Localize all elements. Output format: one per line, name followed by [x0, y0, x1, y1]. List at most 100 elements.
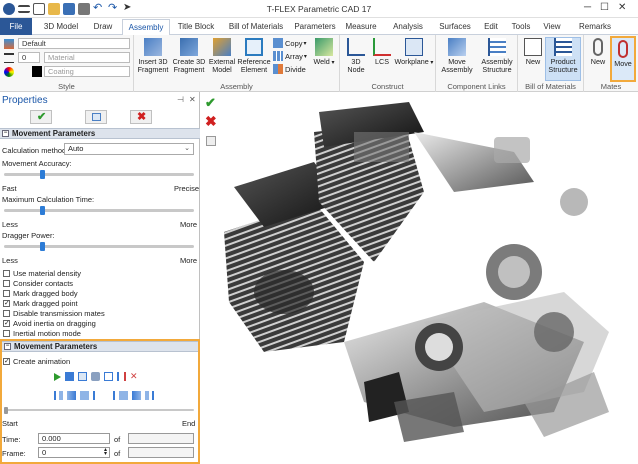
confirm-check-icon[interactable]: ✔ — [205, 95, 216, 111]
tab-file[interactable]: File — [0, 18, 32, 35]
first-frame-icon[interactable] — [54, 391, 63, 400]
tab-draw[interactable]: Draw — [88, 19, 118, 35]
3d-viewport[interactable] — [224, 92, 638, 464]
mates-new-button[interactable]: New — [587, 38, 609, 66]
options-icon[interactable] — [206, 136, 216, 146]
tab-tools[interactable]: Tools — [507, 19, 535, 35]
max-time-slider[interactable] — [4, 206, 194, 215]
divide-button[interactable]: Divide — [273, 64, 306, 74]
3d-node-button[interactable]: 3D Node — [342, 38, 370, 74]
cancel-cross-icon[interactable]: ✖ — [205, 113, 217, 130]
fast-forward-icon[interactable] — [132, 391, 141, 400]
option-checkbox[interactable]: Mark dragged body — [3, 289, 78, 298]
checkbox-box[interactable] — [3, 310, 10, 317]
workplane-button[interactable]: Workplane ▾ — [394, 38, 434, 67]
cancel-button[interactable]: ✖ — [130, 110, 152, 124]
color-swatch[interactable] — [32, 66, 42, 77]
tab-3d-model[interactable]: 3D Model — [38, 19, 84, 35]
rewind-icon[interactable] — [67, 391, 76, 400]
delete-frame-icon[interactable]: ✕ — [130, 372, 139, 381]
option-checkbox[interactable]: ✓ Mark dragged point — [3, 299, 78, 308]
insert-3d-fragment-button[interactable]: Insert 3D Fragment — [136, 38, 170, 74]
frame-settings-icon[interactable] — [104, 372, 113, 381]
step-back-icon[interactable] — [80, 391, 89, 400]
weld-button[interactable]: Weld ▾ — [310, 38, 338, 67]
maximize-icon[interactable]: ☐ — [600, 2, 609, 13]
tab-bill-of-materials[interactable]: Bill of Materials — [223, 19, 289, 35]
apply-button[interactable] — [85, 110, 107, 124]
dragger-slider[interactable] — [4, 242, 194, 251]
play-icon[interactable] — [54, 372, 61, 381]
assembly-structure-button[interactable]: Assembly Structure — [478, 38, 516, 74]
next-icon[interactable] — [106, 391, 115, 400]
copy-button[interactable]: Copy ▾ — [273, 38, 307, 48]
external-model-button[interactable]: External Model — [207, 38, 237, 74]
tab-assembly[interactable]: Assembly — [122, 19, 170, 36]
time-input[interactable]: 0.000 — [38, 433, 110, 444]
movement-parameters-header[interactable]: − Movement Parameters — [0, 128, 200, 139]
mates-move-button[interactable]: Move — [610, 36, 636, 82]
bom-new-button[interactable]: New — [522, 38, 544, 66]
tab-surfaces[interactable]: Surfaces — [435, 19, 475, 35]
calc-method-select[interactable]: Auto ⌄ — [64, 143, 194, 155]
accuracy-thumb[interactable] — [40, 170, 45, 179]
width-combo[interactable]: 0 — [18, 52, 40, 63]
previous-icon[interactable] — [93, 391, 102, 400]
assembly-structure-icon — [488, 38, 506, 56]
panel-close-icon[interactable]: ✕ — [189, 95, 196, 104]
dragger-thumb[interactable] — [40, 242, 45, 251]
spinner-icon[interactable]: ▴ ▾ — [104, 447, 107, 457]
last-frame-icon[interactable] — [145, 391, 154, 400]
max-time-thumb[interactable] — [40, 206, 45, 215]
tab-edit[interactable]: Edit — [479, 19, 503, 35]
frame-input[interactable]: 0 ▴ ▾ — [38, 447, 110, 458]
tab-title-block[interactable]: Title Block — [173, 19, 219, 35]
create-3d-fragment-button[interactable]: Create 3D Fragment — [171, 38, 207, 74]
construct-group-label: Construct — [371, 82, 404, 91]
option-checkbox[interactable]: Use material density — [3, 269, 81, 278]
checkbox-box[interactable]: ✓ — [3, 300, 10, 307]
record-icon[interactable] — [78, 372, 87, 381]
move-assembly-button[interactable]: Move Assembly — [438, 38, 476, 74]
collapse-icon[interactable]: − — [4, 343, 11, 350]
reference-element-button[interactable]: Reference Element — [237, 38, 271, 74]
engine-model-image[interactable] — [224, 92, 638, 464]
close-window-icon[interactable]: ✕ — [618, 2, 626, 13]
tab-parameters[interactable]: Parameters — [293, 19, 337, 35]
pin-icon[interactable]: ⊣ — [177, 95, 184, 104]
tab-measure[interactable]: Measure — [341, 19, 381, 35]
lcs-button[interactable]: LCS — [370, 38, 394, 66]
create-animation-checkbox[interactable]: ✓ Create animation — [3, 357, 70, 366]
animation-parameters-header[interactable]: − Movement Parameters — [2, 341, 198, 352]
accuracy-slider[interactable] — [4, 170, 194, 179]
coating-combo[interactable]: Coating — [44, 66, 130, 77]
construct-group: 3D Node LCS Workplane ▾ Construct — [340, 35, 436, 92]
array-button[interactable]: Array ▾ — [273, 51, 307, 61]
material-combo[interactable]: Material — [44, 52, 130, 63]
collapse-icon[interactable]: − — [2, 130, 9, 137]
checkbox-box[interactable] — [3, 270, 10, 277]
tab-remarks[interactable]: Remarks — [576, 19, 614, 35]
checkbox-box[interactable] — [3, 330, 10, 337]
product-structure-button[interactable]: Product Structure — [545, 37, 581, 81]
cross-icon: ✖ — [137, 111, 147, 123]
checkbox-box[interactable]: ✓ — [3, 358, 10, 365]
option-checkbox[interactable]: Consider contacts — [3, 279, 73, 288]
option-checkbox[interactable]: Disable transmission mates — [3, 309, 105, 318]
layer-combo[interactable]: Default — [18, 38, 130, 49]
timeline-thumb[interactable] — [4, 407, 8, 414]
step-forward-icon[interactable] — [119, 391, 128, 400]
camera-icon[interactable] — [91, 372, 100, 381]
option-checkbox[interactable]: ✓ Avoid inertia on dragging — [3, 319, 96, 328]
checkbox-box[interactable] — [3, 290, 10, 297]
option-checkbox[interactable]: Inertial motion mode — [3, 329, 81, 338]
ok-button[interactable]: ✔ — [30, 110, 52, 124]
stop-icon[interactable] — [65, 372, 74, 381]
tab-view[interactable]: View — [540, 19, 564, 35]
checkbox-box[interactable]: ✓ — [3, 320, 10, 327]
insert-frame-icon[interactable] — [117, 372, 126, 381]
minimize-icon[interactable]: ─ — [584, 2, 591, 13]
checkbox-box[interactable] — [3, 280, 10, 287]
tab-analysis[interactable]: Analysis — [388, 19, 428, 35]
timeline-slider[interactable] — [4, 407, 194, 414]
